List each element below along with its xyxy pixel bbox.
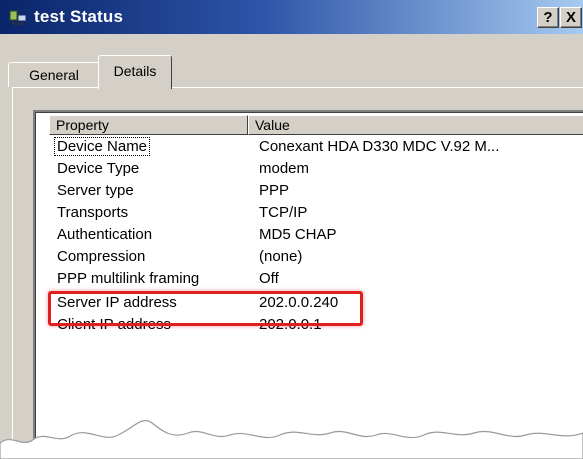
column-header-value[interactable]: Value (248, 115, 583, 135)
network-connection-icon (9, 10, 27, 25)
value-cell: Conexant HDA D330 MDC V.92 M... (259, 138, 500, 155)
close-button[interactable]: X (560, 7, 582, 28)
tab-general-label: General (29, 67, 79, 83)
property-cell: Server type (57, 182, 134, 199)
tab-details-label: Details (113, 63, 157, 79)
list-row-transports[interactable]: Transports TCP/IP (51, 203, 583, 224)
tab-general[interactable]: General (8, 62, 100, 87)
list-row-compression[interactable]: Compression (none) (51, 247, 583, 268)
property-cell: PPP multilink framing (57, 270, 200, 287)
property-cell: Compression (57, 248, 146, 265)
torn-edge (0, 420, 583, 459)
property-cell: Device Name (53, 137, 151, 156)
value-cell: (none) (259, 248, 303, 265)
value-cell: TCP/IP (259, 204, 308, 221)
list-row-authentication[interactable]: Authentication MD5 CHAP (51, 225, 583, 246)
list-row-ppp-multilink[interactable]: PPP multilink framing Off (51, 269, 583, 290)
property-cell: Device Type (57, 160, 140, 177)
help-button[interactable]: ? (537, 7, 559, 28)
value-cell: Off (259, 270, 279, 287)
status-dialog: test Status ? X General Details Property… (0, 0, 583, 459)
list-row-device-name[interactable]: Device Name Conexant HDA D330 MDC V.92 M… (51, 137, 583, 158)
value-cell: MD5 CHAP (259, 226, 337, 243)
list-row-server-type[interactable]: Server type PPP (51, 181, 583, 202)
value-cell: modem (259, 160, 310, 177)
column-header-property[interactable]: Property (49, 115, 248, 135)
property-cell: Transports (57, 204, 129, 221)
property-cell: Authentication (57, 226, 153, 243)
title-bar[interactable]: test Status ? X (0, 0, 583, 34)
window-title: test Status (34, 7, 124, 26)
server-ip-highlight-box (48, 291, 363, 326)
tab-details[interactable]: Details (98, 55, 172, 89)
list-row-device-type[interactable]: Device Type modem (51, 159, 583, 180)
value-cell: PPP (259, 182, 290, 199)
